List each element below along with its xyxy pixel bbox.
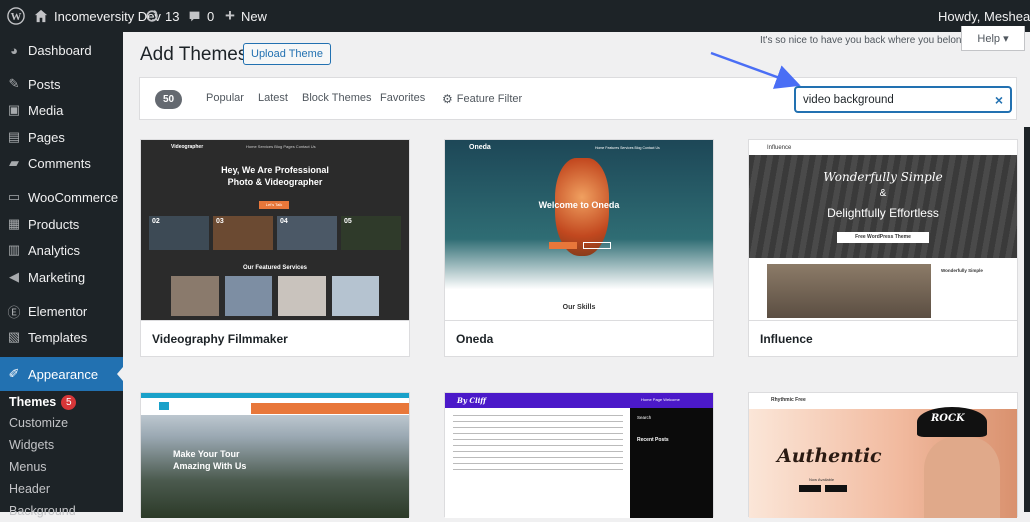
annotation-arrow	[710, 51, 801, 89]
scrollbar[interactable]	[1024, 127, 1030, 512]
